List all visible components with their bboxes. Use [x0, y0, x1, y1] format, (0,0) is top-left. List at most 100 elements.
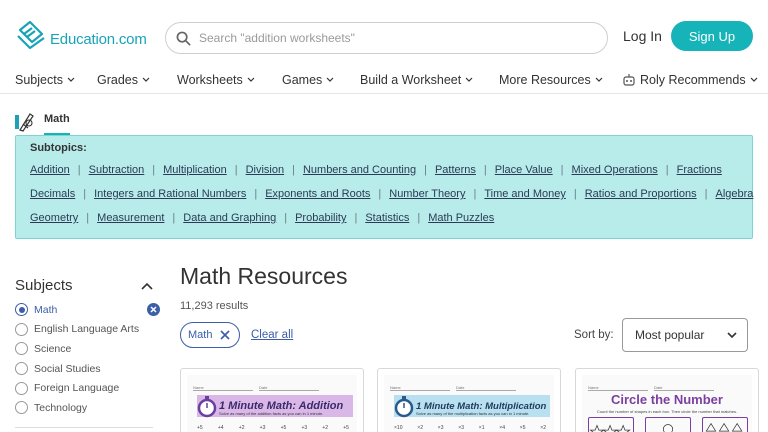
filter-item-science[interactable]: Science: [15, 339, 160, 359]
name-date-lines: Name Date: [588, 385, 720, 391]
chevron-down-icon: [67, 77, 75, 82]
filter-label: English Language Arts: [34, 323, 140, 336]
clear-filter-icon[interactable]: [147, 303, 160, 316]
nav-roly-recommends[interactable]: Roly Recommends: [622, 73, 758, 87]
subtopic-subtraction[interactable]: Subtraction: [89, 164, 145, 176]
worksheet-thumbnail: Name Date 1 Minute Math: Addition Solve a…: [187, 375, 357, 432]
separator: |: [560, 164, 564, 176]
chevron-down-icon: [465, 77, 473, 82]
separator: |: [254, 188, 258, 200]
radio-unselected[interactable]: [15, 342, 28, 356]
subtopic-decimals[interactable]: Decimals: [30, 188, 75, 200]
stopwatch-icon: [394, 396, 414, 418]
search-input[interactable]: [199, 31, 579, 45]
filter-label: Foreign Language: [34, 382, 120, 395]
site-header: Education.com Log In Sign Up: [0, 0, 768, 66]
search-bar[interactable]: [165, 22, 608, 54]
separator: |: [473, 188, 477, 200]
subtopics-row: Geometry | Measurement | Data and Graphing…: [30, 206, 752, 230]
chip-label: Math: [188, 329, 213, 341]
chevron-down-icon: [750, 77, 758, 82]
radio-unselected[interactable]: [15, 322, 28, 336]
main-nav: Subjects Grades Worksheets Games Build a…: [0, 66, 768, 94]
separator: |: [172, 212, 176, 224]
active-filter-chip[interactable]: Math: [180, 322, 240, 348]
nav-worksheets[interactable]: Worksheets: [177, 73, 282, 87]
filter-item-math[interactable]: Math: [15, 300, 160, 320]
subject-tab-math[interactable]: Math: [14, 110, 70, 132]
filter-item-ela[interactable]: English Language Arts: [15, 320, 160, 340]
subtopic-mixed-operations[interactable]: Mixed Operations: [572, 164, 658, 176]
subtopic-division[interactable]: Division: [246, 164, 285, 176]
shape-box: [588, 417, 634, 432]
worksheet-thumbnail: Name Date 1 Minute Math: Multiplication S…: [384, 375, 554, 432]
subtopic-place-value[interactable]: Place Value: [495, 164, 553, 176]
card-subtitle: Solve as many of the addition facts as y…: [219, 411, 324, 416]
subtopic-number-theory[interactable]: Number Theory: [389, 188, 465, 200]
close-icon[interactable]: [220, 330, 231, 340]
separator: |: [573, 188, 577, 200]
problem: +5: [343, 425, 349, 431]
subtopic-geometry[interactable]: Geometry: [30, 212, 78, 224]
star-icon: [589, 424, 631, 432]
subtopic-algebra[interactable]: Algebra: [715, 188, 753, 200]
resource-card[interactable]: Name Date 1 Minute Math: Multiplication S…: [377, 368, 561, 432]
card-subtitle: Solve as many of the multiplication fact…: [416, 411, 530, 416]
math-tools-icon: [15, 113, 34, 132]
subtopic-addition[interactable]: Addition: [30, 164, 70, 176]
nav-more-resources[interactable]: More Resources: [499, 73, 622, 87]
nav-games[interactable]: Games: [282, 73, 360, 87]
signup-button[interactable]: Sign Up: [671, 21, 753, 51]
subtopic-integers[interactable]: Integers and Rational Numbers: [94, 188, 246, 200]
clear-all-link[interactable]: Clear all: [251, 329, 293, 341]
nav-subjects-label: Subjects: [15, 72, 63, 87]
subtopic-numbers-and-counting[interactable]: Numbers and Counting: [303, 164, 416, 176]
filter-item-technology[interactable]: Technology: [15, 398, 160, 418]
date-label: Date: [259, 385, 319, 391]
resource-card[interactable]: Name Date 1 Minute Math: Addition Solve a…: [180, 368, 364, 432]
chevron-down-icon: [595, 77, 603, 82]
login-link[interactable]: Log In: [623, 28, 662, 44]
results-count: 11,293 results: [180, 300, 249, 312]
subtopic-statistics[interactable]: Statistics: [365, 212, 409, 224]
separator: |: [424, 164, 427, 176]
site-logo[interactable]: Education.com: [16, 20, 147, 50]
problem: +2: [238, 425, 245, 431]
problem: +3: [259, 425, 266, 431]
subtopic-math-puzzles[interactable]: Math Puzzles: [428, 212, 494, 224]
nav-build-worksheet-label: Build a Worksheet: [360, 72, 462, 87]
filter-item-social-studies[interactable]: Social Studies: [15, 359, 160, 379]
subtopic-patterns[interactable]: Patterns: [435, 164, 476, 176]
card-problems: +5 +4 +2 +3 +5 +3 +2 +5: [197, 425, 349, 431]
radio-unselected[interactable]: [15, 362, 28, 376]
radio-unselected[interactable]: [15, 381, 28, 395]
chevron-down-icon: [247, 77, 255, 82]
nav-subjects[interactable]: Subjects: [15, 73, 97, 87]
nav-grades[interactable]: Grades: [97, 73, 177, 87]
resource-card[interactable]: Name Date Circle the Number Count the num…: [575, 368, 759, 432]
math-tab-label: Math: [44, 113, 70, 125]
filter-item-foreign-language[interactable]: Foreign Language: [15, 378, 160, 398]
subtopic-ratios[interactable]: Ratios and Proportions: [585, 188, 697, 200]
subtopic-multiplication[interactable]: Multiplication: [163, 164, 227, 176]
problem: ×10: [394, 425, 403, 431]
nav-build-worksheet[interactable]: Build a Worksheet: [360, 73, 499, 87]
subject-filter-list: Math English Language Arts Science Socia…: [15, 300, 160, 418]
chevron-up-icon[interactable]: [141, 282, 153, 290]
shape-box: [702, 417, 748, 432]
radio-selected[interactable]: [15, 303, 28, 317]
subtopic-probability[interactable]: Probability: [295, 212, 346, 224]
subtopic-data-and-graphing[interactable]: Data and Graphing: [183, 212, 276, 224]
subtopic-time-and-money[interactable]: Time and Money: [484, 188, 566, 200]
name-label: Name: [588, 385, 648, 391]
separator: |: [292, 164, 295, 176]
subtopic-measurement[interactable]: Measurement: [97, 212, 164, 224]
sort-dropdown[interactable]: Most popular: [622, 318, 748, 352]
problem: ×4: [499, 425, 505, 431]
radio-unselected[interactable]: [15, 401, 28, 415]
card-problems: ×10 ×2 ×3 ×3 ×1 ×4 ×5 ×2: [394, 425, 546, 431]
card-title: 1 Minute Math: Multiplication: [416, 400, 547, 412]
subtopic-exponents[interactable]: Exponents and Roots: [265, 188, 370, 200]
subtopic-fractions[interactable]: Fractions: [677, 164, 722, 176]
problem: ×3: [437, 425, 444, 431]
